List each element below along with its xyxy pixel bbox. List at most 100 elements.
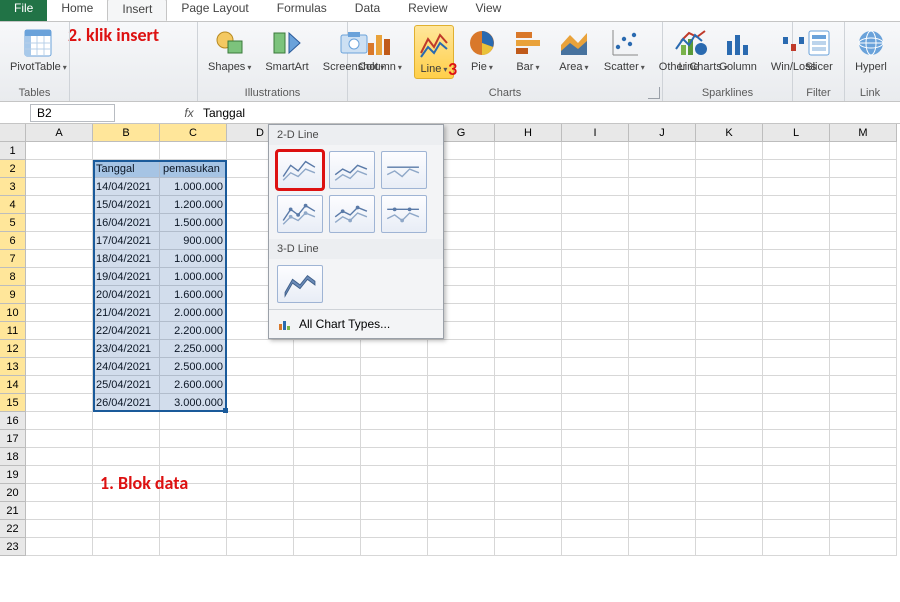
cell[interactable] xyxy=(763,358,830,376)
cell[interactable] xyxy=(227,412,294,430)
cell[interactable] xyxy=(629,502,696,520)
cell[interactable] xyxy=(763,286,830,304)
cell[interactable] xyxy=(495,196,562,214)
cell[interactable] xyxy=(361,394,428,412)
cell[interactable] xyxy=(495,340,562,358)
cell[interactable] xyxy=(227,358,294,376)
column-header[interactable]: J xyxy=(629,124,696,142)
cell[interactable] xyxy=(227,340,294,358)
cell[interactable]: Tanggal xyxy=(93,160,160,178)
cell[interactable] xyxy=(696,448,763,466)
cell[interactable] xyxy=(696,160,763,178)
all-chart-types[interactable]: All Chart Types... xyxy=(269,309,443,338)
cell[interactable] xyxy=(696,178,763,196)
cell[interactable] xyxy=(428,412,495,430)
sparkline-line-button[interactable]: Line xyxy=(671,25,707,75)
cell[interactable] xyxy=(830,232,897,250)
cell[interactable] xyxy=(562,466,629,484)
cell[interactable] xyxy=(830,448,897,466)
cell[interactable]: 1.500.000 xyxy=(160,214,227,232)
cell[interactable] xyxy=(830,538,897,556)
cell[interactable]: 17/04/2021 xyxy=(93,232,160,250)
cell[interactable] xyxy=(696,394,763,412)
row-header[interactable]: 4 xyxy=(0,196,26,214)
cell[interactable]: 20/04/2021 xyxy=(93,286,160,304)
cell[interactable] xyxy=(160,520,227,538)
cell[interactable] xyxy=(696,322,763,340)
cell[interactable]: 1.000.000 xyxy=(160,178,227,196)
cell[interactable] xyxy=(830,340,897,358)
cell[interactable] xyxy=(26,322,93,340)
cell[interactable] xyxy=(562,232,629,250)
cell[interactable] xyxy=(629,538,696,556)
cell[interactable] xyxy=(830,322,897,340)
cell[interactable] xyxy=(763,196,830,214)
cell[interactable] xyxy=(361,376,428,394)
cell[interactable] xyxy=(696,538,763,556)
cell[interactable] xyxy=(428,394,495,412)
cell[interactable] xyxy=(495,502,562,520)
cell[interactable] xyxy=(629,142,696,160)
cell[interactable] xyxy=(763,268,830,286)
cell[interactable]: 2.200.000 xyxy=(160,322,227,340)
cell[interactable]: 19/04/2021 xyxy=(93,268,160,286)
cell[interactable]: 2.500.000 xyxy=(160,358,227,376)
column-header[interactable]: B xyxy=(93,124,160,142)
cell[interactable] xyxy=(495,412,562,430)
cell[interactable]: 18/04/2021 xyxy=(93,250,160,268)
cell[interactable] xyxy=(763,394,830,412)
scatter-chart-button[interactable]: Scatter▾ xyxy=(602,25,647,75)
row-header[interactable]: 8 xyxy=(0,268,26,286)
cell[interactable] xyxy=(830,214,897,232)
tab-home[interactable]: Home xyxy=(47,0,107,21)
cell[interactable] xyxy=(562,520,629,538)
cell[interactable] xyxy=(428,340,495,358)
row-header[interactable]: 16 xyxy=(0,412,26,430)
cell[interactable] xyxy=(562,340,629,358)
cell[interactable] xyxy=(629,520,696,538)
name-box[interactable] xyxy=(30,104,115,122)
cell[interactable] xyxy=(562,322,629,340)
cell[interactable] xyxy=(629,394,696,412)
cell[interactable] xyxy=(830,286,897,304)
cell[interactable] xyxy=(562,250,629,268)
cell[interactable] xyxy=(160,538,227,556)
cell[interactable] xyxy=(562,394,629,412)
line-chart-button[interactable]: Line▾ xyxy=(416,27,452,77)
row-header[interactable]: 3 xyxy=(0,178,26,196)
cell[interactable]: 14/04/2021 xyxy=(93,178,160,196)
cell[interactable] xyxy=(294,376,361,394)
cell[interactable]: 24/04/2021 xyxy=(93,358,160,376)
cell[interactable] xyxy=(830,466,897,484)
cell[interactable] xyxy=(26,196,93,214)
cell[interactable] xyxy=(763,340,830,358)
cell[interactable] xyxy=(830,430,897,448)
cell[interactable] xyxy=(830,484,897,502)
cell[interactable] xyxy=(26,268,93,286)
cell[interactable] xyxy=(562,214,629,232)
cell[interactable] xyxy=(830,142,897,160)
cell[interactable] xyxy=(763,430,830,448)
cell[interactable] xyxy=(629,268,696,286)
cell[interactable] xyxy=(495,178,562,196)
cell[interactable] xyxy=(495,268,562,286)
sparkline-column-button[interactable]: Column xyxy=(717,25,759,75)
cell[interactable]: 1.000.000 xyxy=(160,250,227,268)
cell[interactable] xyxy=(26,520,93,538)
cell[interactable] xyxy=(160,502,227,520)
cell[interactable] xyxy=(294,520,361,538)
cell[interactable] xyxy=(428,448,495,466)
row-header[interactable]: 23 xyxy=(0,538,26,556)
cell[interactable] xyxy=(93,520,160,538)
cell[interactable] xyxy=(763,376,830,394)
cell[interactable] xyxy=(629,250,696,268)
cell[interactable] xyxy=(629,286,696,304)
row-header[interactable]: 19 xyxy=(0,466,26,484)
shapes-button[interactable]: Shapes▾ xyxy=(206,25,253,75)
cell[interactable] xyxy=(629,322,696,340)
cell[interactable] xyxy=(696,214,763,232)
line-chart-type-line[interactable] xyxy=(277,151,323,189)
cell[interactable] xyxy=(361,340,428,358)
cell[interactable] xyxy=(294,466,361,484)
file-tab[interactable]: File xyxy=(0,0,47,21)
